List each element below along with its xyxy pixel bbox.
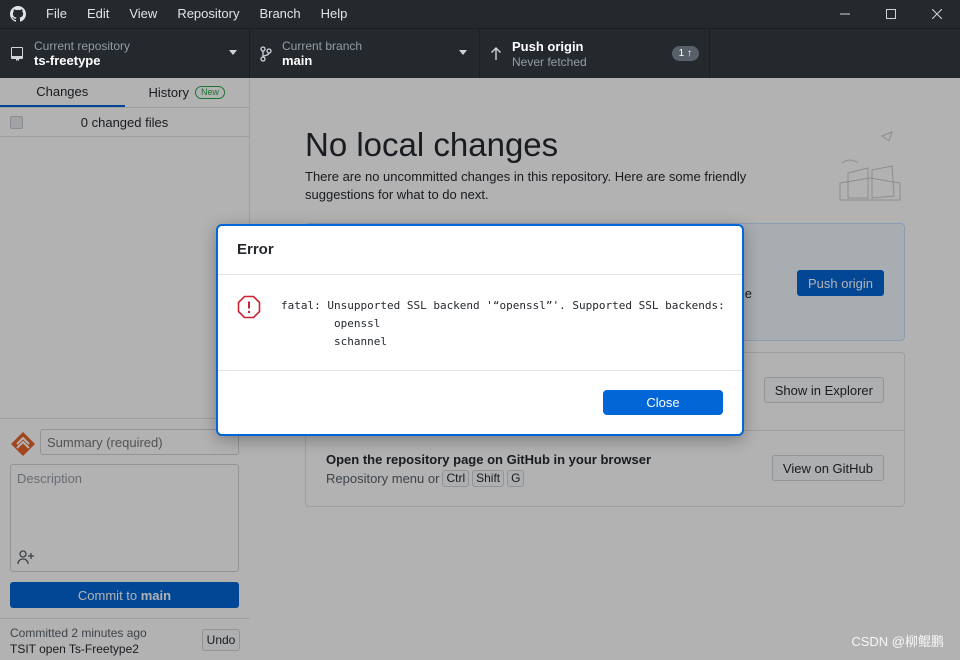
current-branch-label: Current branch bbox=[282, 39, 363, 53]
dialog-header: Error bbox=[218, 226, 742, 275]
minimize-icon[interactable] bbox=[822, 0, 868, 28]
menu-branch[interactable]: Branch bbox=[249, 0, 310, 28]
github-logo-icon bbox=[0, 0, 36, 28]
push-origin-sub: Never fetched bbox=[512, 55, 587, 69]
current-repository-button[interactable]: Current repository ts-freetype bbox=[0, 29, 250, 79]
menu-edit[interactable]: Edit bbox=[77, 0, 119, 28]
maximize-icon[interactable] bbox=[868, 0, 914, 28]
current-branch-button[interactable]: Current branch main bbox=[250, 29, 480, 79]
branch-icon bbox=[260, 46, 272, 62]
current-repository-label: Current repository bbox=[34, 39, 131, 53]
menu-help[interactable]: Help bbox=[311, 0, 358, 28]
menu-view[interactable]: View bbox=[119, 0, 167, 28]
repository-icon bbox=[11, 47, 23, 61]
chevron-down-icon bbox=[229, 50, 237, 55]
arrow-up-icon bbox=[491, 47, 501, 60]
push-origin-label: Push origin bbox=[512, 39, 584, 54]
menu-file[interactable]: File bbox=[36, 0, 77, 28]
chevron-down-icon bbox=[459, 50, 467, 55]
error-stop-icon bbox=[237, 295, 261, 319]
dialog-close-button[interactable]: Close bbox=[603, 390, 723, 415]
current-branch-value: main bbox=[282, 53, 313, 68]
watermark: CSDN @柳鲲鹏 bbox=[851, 634, 944, 649]
dialog-body: fatal: Unsupported SSL backend '“openssl… bbox=[218, 276, 742, 371]
close-window-icon[interactable] bbox=[914, 0, 960, 28]
push-origin-button[interactable]: Push origin Never fetched 1 ↑ bbox=[480, 29, 710, 79]
title-bar: File Edit View Repository Branch Help bbox=[0, 0, 960, 28]
ahead-count-badge: 1 ↑ bbox=[671, 46, 699, 61]
toolbar: Current repository ts-freetype Current b… bbox=[0, 28, 960, 79]
window-controls bbox=[822, 0, 960, 28]
error-message: fatal: Unsupported SSL backend '“openssl… bbox=[281, 299, 725, 348]
menu-bar: File Edit View Repository Branch Help bbox=[36, 0, 357, 28]
dialog-title: Error bbox=[237, 241, 274, 258]
menu-repository[interactable]: Repository bbox=[167, 0, 249, 28]
current-repository-value: ts-freetype bbox=[34, 53, 101, 68]
error-dialog: Error fatal: Unsupported SSL backend '“o… bbox=[216, 224, 744, 436]
